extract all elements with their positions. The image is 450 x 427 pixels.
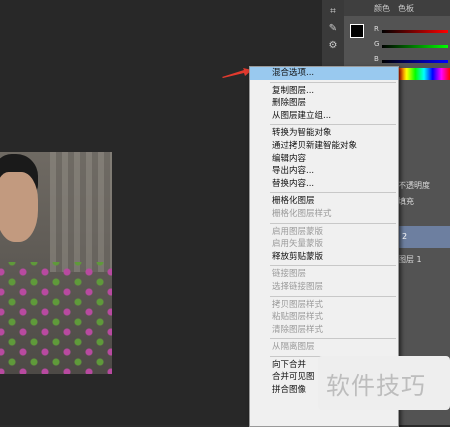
panel-dock-icons: ⌗ ✎ ⚙: [322, 0, 345, 70]
photo-face: [0, 172, 38, 242]
red-arrow-icon: [222, 68, 252, 78]
fill-label: 填充: [398, 197, 414, 206]
layer-name: 图层 1: [398, 255, 422, 264]
selected-layer-row[interactable]: 2: [398, 226, 450, 248]
channel-r-label: R: [374, 25, 379, 33]
menu-separator: [270, 192, 396, 194]
menu-separator: [270, 265, 396, 267]
menu-item[interactable]: 从图层建立组...: [250, 110, 398, 123]
watermark: 软件技巧: [318, 356, 450, 410]
menu-item[interactable]: 复制图层...: [250, 85, 398, 98]
photo-background: [50, 152, 112, 272]
menu-item[interactable]: 释放剪贴蒙版: [250, 251, 398, 264]
properties-icon[interactable]: ⚙: [322, 40, 344, 51]
color-panel-tabs: 颜色 色板: [344, 0, 450, 16]
history-icon[interactable]: ⌗: [322, 6, 344, 17]
menu-separator: [270, 338, 396, 340]
tab-color[interactable]: 颜色: [374, 3, 390, 14]
menu-item: 栅格化图层样式: [272, 208, 332, 219]
menu-item[interactable]: 通过拷贝新建智能对象: [250, 140, 398, 153]
menu-item[interactable]: 混合选项...: [250, 67, 398, 80]
menu-separator: [270, 81, 396, 83]
menu-item: 选择链接图层: [272, 281, 324, 292]
watermark-text: 软件技巧: [326, 372, 426, 400]
color-spectrum[interactable]: [398, 68, 450, 80]
menu-item: 粘贴图层样式: [272, 312, 324, 323]
menu-item[interactable]: 编辑内容: [250, 153, 398, 166]
layer-row[interactable]: 图层 1: [398, 254, 450, 265]
brush-icon[interactable]: ✎: [322, 23, 344, 34]
menu-item: 启用矢量蒙版: [272, 239, 324, 250]
menu-item: 拷贝图层样式: [272, 299, 324, 310]
channel-g-label: G: [374, 40, 380, 48]
blue-slider[interactable]: [382, 60, 448, 63]
foreground-color-swatch[interactable]: [350, 24, 364, 38]
menu-item[interactable]: 栅格化图层: [250, 195, 398, 208]
menu-item: 清除图层样式: [272, 324, 324, 335]
menu-item: 启用图层蒙版: [272, 226, 324, 237]
channel-b-label: B: [374, 55, 379, 63]
layer-number: 2: [402, 232, 408, 241]
menu-item[interactable]: 转换为智能对象: [250, 127, 398, 140]
layers-opacity-row[interactable]: 不透明度: [398, 180, 450, 191]
photo-layer-image: [0, 152, 112, 374]
menu-item[interactable]: 替换内容...: [250, 178, 398, 191]
photo-floral-shirt: [0, 262, 112, 374]
menu-separator: [270, 124, 396, 126]
menu-item[interactable]: 删除图层: [250, 97, 398, 110]
red-slider[interactable]: [382, 30, 448, 33]
green-slider[interactable]: [382, 45, 448, 48]
menu-separator: [270, 295, 396, 297]
menu-item: 从隔离图层: [272, 342, 315, 353]
tab-swatches[interactable]: 色板: [398, 3, 414, 14]
menu-separator: [270, 222, 396, 224]
opacity-label: 不透明度: [398, 181, 430, 190]
menu-item: 链接图层: [272, 269, 307, 280]
layers-fill-row[interactable]: 填充: [398, 196, 450, 207]
menu-item[interactable]: 导出内容...: [250, 165, 398, 178]
